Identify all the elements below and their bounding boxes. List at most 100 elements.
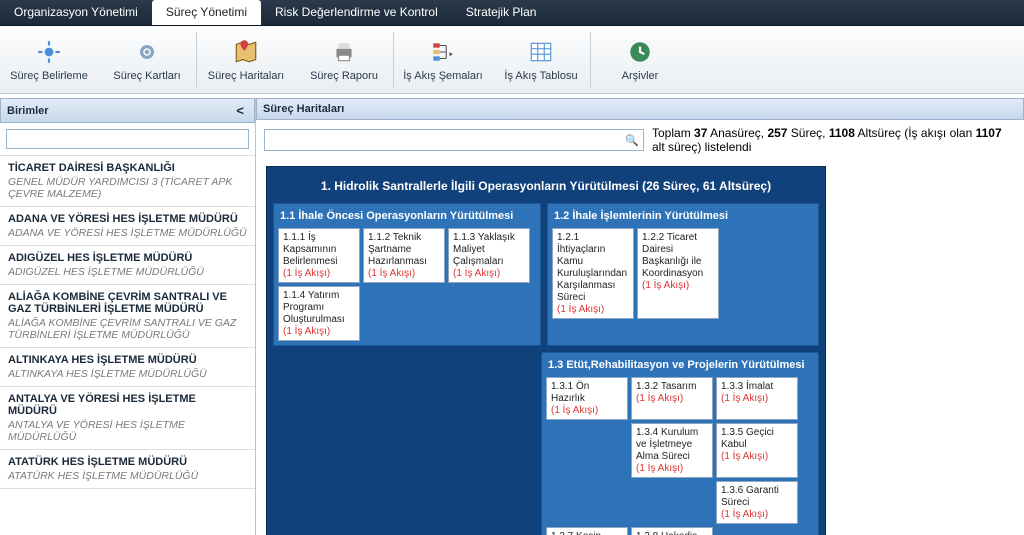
surec-belirleme-button[interactable]: Süreç Belirleme [0,26,98,93]
process-card[interactable]: 1.1.3 Yaklaşık Maliyet Çalışmaları(1 İş … [448,228,530,283]
surec-belirleme-icon [35,38,63,66]
process-panel: 1. Hidrolik Santrallerle İlgili Operasyo… [266,166,826,535]
sidebar-list: TİCARET DAİRESİ BAŞKANLIĞI GENEL MÜDÜR YA… [0,156,255,535]
sidebar-item-title: ADANA VE YÖRESİ HES İŞLETME MÜDÜRÜ [8,213,247,225]
sidebar-item-sub: GENEL MÜDÜR YARDIMCISI 3 (TİCARET APK ÇE… [8,176,247,200]
surec-haritalari-button[interactable]: Süreç Haritaları [197,26,295,93]
process-card-title: 1.3.2 Tasarım [636,381,708,393]
surec-kartlari-icon [133,38,161,66]
is-akis-tablosu-button[interactable]: İş Akış Tablosu [492,26,590,93]
process-card[interactable]: 1.3.7 Kesin Kabul(1 İş Akışı) [546,527,628,535]
process-group: 1.2 İhale İşlemlerinin Yürütülmesi1.2.1 … [547,203,819,346]
process-card-flow: (1 İş Akışı) [557,304,629,316]
map-area: 1. Hidrolik Santrallerle İlgili Operasyo… [256,160,1024,535]
process-card-title: 1.3.7 Kesin Kabul [551,531,623,535]
process-panel-title: 1. Hidrolik Santrallerle İlgili Operasyo… [273,173,819,203]
is-akis-semalari-button[interactable]: İş Akış Şemaları [394,26,492,93]
sidebar-item[interactable]: ALTINKAYA HES İŞLETME MÜDÜRÜALTINKAYA HE… [0,348,255,387]
sidebar-item-sub: ADANA VE YÖRESİ HES İŞLETME MÜDÜRLÜĞÜ [8,227,247,239]
sidebar-item-title: ANTALYA VE YÖRESİ HES İŞLETME MÜDÜRÜ [8,393,247,417]
sidebar-item-sub: ADIGÜZEL HES İŞLETME MÜDÜRLÜĞÜ [8,266,247,278]
ribbon: Süreç Belirleme Süreç Kartları Süreç Harit… [0,26,1024,94]
process-group-title: 1.2 İhale İşlemlerinin Yürütülmesi [552,208,814,228]
process-card[interactable]: 1.3.5 Geçici Kabul(1 İş Akışı) [716,423,798,478]
sidebar-item-title: ALTINKAYA HES İŞLETME MÜDÜRÜ [8,354,247,366]
sidebar-item[interactable]: ADIGÜZEL HES İŞLETME MÜDÜRÜ ADIGÜZEL HES … [0,246,255,285]
process-card-title: 1.1.3 Yaklaşık Maliyet Çalışmaları [453,232,525,268]
process-group: 1.3 Etüt,Rehabilitasyon ve Projelerin Yü… [541,352,819,535]
process-card[interactable]: 1.2.1 İhtiyaçların Kamu Kuruluşlarından … [552,228,634,319]
process-card[interactable]: 1.2.2 Ticaret Dairesi Başkanlığı ile Koo… [637,228,719,319]
surec-haritalari-icon [232,38,260,66]
process-card[interactable]: 1.3.8 Hakediş Süreci(1 İş Akışı) [631,527,713,535]
sidebar-item-title: ADIGÜZEL HES İŞLETME MÜDÜRÜ [8,252,247,264]
process-card-title: 1.3.3 İmalat [721,381,793,393]
content-search: 🔍 [264,129,644,151]
sidebar-item[interactable]: ADANA VE YÖRESİ HES İŞLETME MÜDÜRÜ ADANA … [0,207,255,246]
process-card[interactable]: 1.3.1 Ön Hazırlık(1 İş Akışı) [546,377,628,420]
process-card[interactable]: 1.1.2 Teknik Şartname Hazırlanması(1 İş … [363,228,445,283]
tab-organizasyon[interactable]: Organizasyon Yönetimi [0,0,152,25]
process-card[interactable]: 1.1.1 İş Kapsamının Belirlenmesi(1 İş Ak… [278,228,360,283]
is-akis-tablosu-icon [527,38,555,66]
surec-kartlari-label: Süreç Kartları [113,70,180,82]
tab-risk[interactable]: Risk Değerlendirme ve Kontrol [261,0,452,25]
tab-stratejik[interactable]: Stratejik Plan [452,0,551,25]
arsivler-button[interactable]: Arşivler [591,26,689,93]
process-card-flow: (1 İş Akışı) [721,509,793,521]
process-group-title: 1.1 İhale Öncesi Operasyonların Yürütülm… [278,208,536,228]
process-card[interactable]: 1.3.4 Kurulum ve İşletmeye Alma Süreci(1… [631,423,713,478]
arsivler-icon [626,38,654,66]
process-card[interactable]: 1.1.4 Yatırım Programı Oluşturulması(1 İ… [278,286,360,341]
process-card-flow: (1 İş Akışı) [453,268,525,280]
process-group-title: 1.3 Etüt,Rehabilitasyon ve Projelerin Yü… [546,357,814,377]
sidebar-item[interactable]: TİCARET DAİRESİ BAŞKANLIĞI GENEL MÜDÜR YA… [0,156,255,207]
process-card-flow: (1 İş Akışı) [636,463,708,475]
process-card[interactable]: 1.3.6 Garanti Süreci(1 İş Akışı) [716,481,798,524]
sidebar-search [0,123,255,156]
process-card-flow: (1 İş Akışı) [283,268,355,280]
tab-surec[interactable]: Süreç Yönetimi [152,0,261,25]
process-card-title: 1.3.6 Garanti Süreci [721,485,793,509]
content-search-input[interactable] [265,132,621,148]
process-card-flow: (1 İş Akışı) [551,405,623,417]
content-title: Süreç Haritaları [263,103,344,115]
process-card-title: 1.1.4 Yatırım Programı Oluşturulması [283,290,355,326]
arsivler-label: Arşivler [622,70,659,82]
search-icon[interactable]: 🔍 [621,134,643,147]
process-card-flow: (1 İş Akışı) [721,451,793,463]
is-akis-semalari-label: İş Akış Şemaları [403,70,482,82]
content: Süreç Haritaları 🔍 Toplam 37 Anasüreç, 2… [256,98,1024,535]
process-card-title: 1.3.8 Hakediş Süreci [636,531,708,535]
surec-raporu-button[interactable]: Süreç Raporu [295,26,393,93]
content-header: Süreç Haritaları [256,98,1024,120]
sidebar-item-title: TİCARET DAİRESİ BAŞKANLIĞI [8,162,247,174]
surec-belirleme-label: Süreç Belirleme [10,70,88,82]
summary-text: Toplam 37 Anasüreç, 257 Süreç, 1108 Alts… [652,126,1016,154]
process-card-flow: (1 İş Akışı) [642,280,714,292]
process-card-title: 1.2.2 Ticaret Dairesi Başkanlığı ile Koo… [642,232,714,280]
process-card-title: 1.3.4 Kurulum ve İşletmeye Alma Süreci [636,427,708,463]
sidebar-item-title: ATATÜRK HES İŞLETME MÜDÜRÜ [8,456,247,468]
sidebar-item[interactable]: ALİAĞA KOMBİNE ÇEVRİM SANTRALI VE GAZ TÜ… [0,285,255,348]
process-card-flow: (1 İş Akışı) [283,326,355,338]
surec-kartlari-button[interactable]: Süreç Kartları [98,26,196,93]
process-card-title: 1.3.5 Geçici Kabul [721,427,793,451]
process-card-title: 1.1.2 Teknik Şartname Hazırlanması [368,232,440,268]
is-akis-semalari-icon [429,38,457,66]
surec-raporu-icon [330,38,358,66]
process-card[interactable]: 1.3.3 İmalat(1 İş Akışı) [716,377,798,420]
process-card[interactable]: 1.3.2 Tasarım(1 İş Akışı) [631,377,713,420]
sidebar-item-sub: ALİAĞA KOMBİNE ÇEVRİM SANTRALI VE GAZ TÜ… [8,317,247,341]
top-tabs: Organizasyon Yönetimi Süreç Yönetimi Ris… [0,0,1024,26]
sidebar-item[interactable]: ATATÜRK HES İŞLETME MÜDÜRÜ ATATÜRK HES İŞ… [0,450,255,489]
process-group: 1.1 İhale Öncesi Operasyonların Yürütülm… [273,203,541,346]
sidebar-item[interactable]: ANTALYA VE YÖRESİ HES İŞLETME MÜDÜRÜANTA… [0,387,255,450]
sidebar-search-input[interactable] [6,129,249,149]
process-card-flow: (1 İş Akışı) [636,393,708,405]
sidebar: Birimler < TİCARET DAİRESİ BAŞKANLIĞIGEN… [0,98,256,535]
sidebar-collapse-icon[interactable]: < [232,103,248,118]
process-card-flow: (1 İş Akışı) [721,393,793,405]
sidebar-item-sub: ATATÜRK HES İŞLETME MÜDÜRLÜĞÜ [8,470,247,482]
is-akis-tablosu-label: İş Akış Tablosu [504,70,577,82]
